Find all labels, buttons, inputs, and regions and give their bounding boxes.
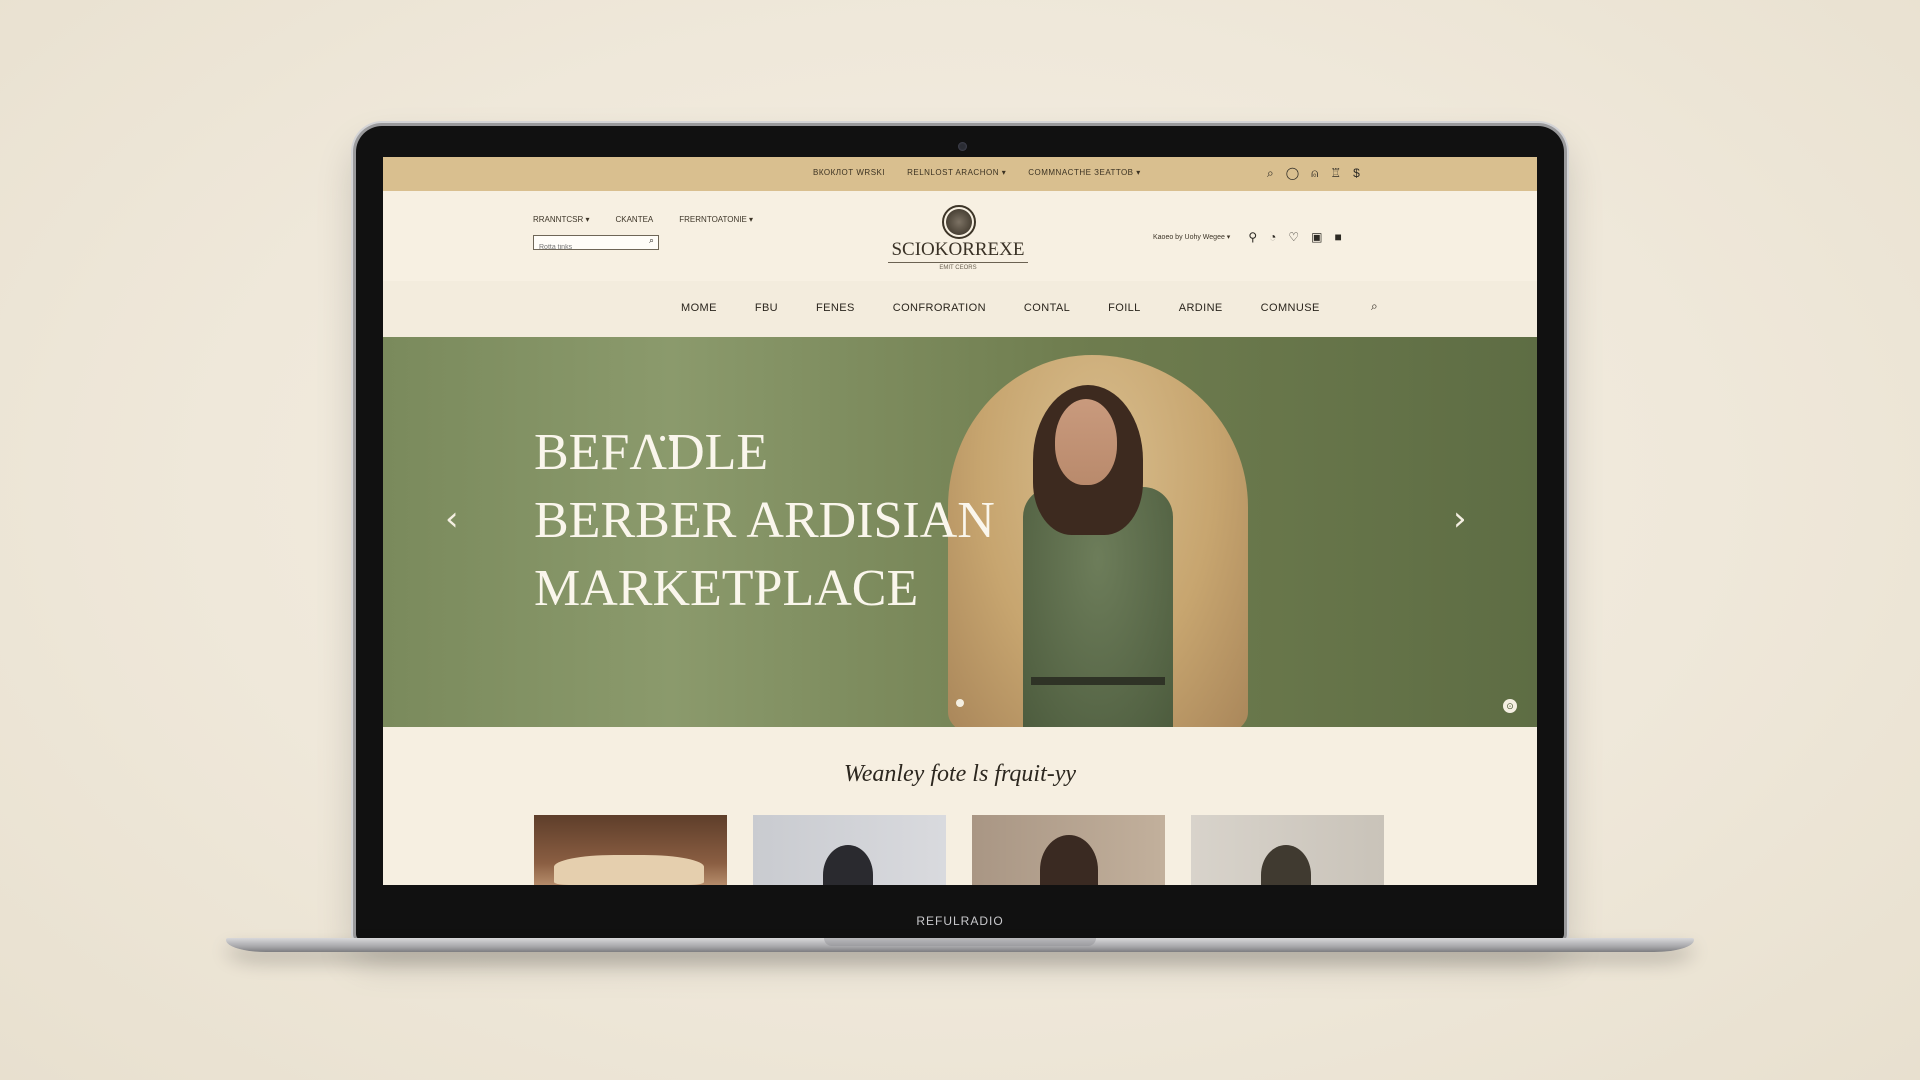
tile-image-food	[554, 855, 704, 885]
carousel-dot[interactable]	[956, 699, 964, 707]
product-tile-3[interactable]	[972, 815, 1165, 885]
site-header: RRANNTCSR ▾ CKANTEA FRERNTOATONIE ▾ ⌕ SC…	[383, 191, 1537, 281]
image-icon[interactable]: ▣	[1311, 229, 1322, 245]
tile-image-person	[1040, 835, 1098, 885]
nav-item-4[interactable]: CONFRORATION	[893, 302, 986, 314]
nav-item-8[interactable]: COMNUSE	[1261, 302, 1320, 314]
search-icon[interactable]: ⌕	[1267, 165, 1274, 181]
bag-icon[interactable]: ⍝	[1311, 165, 1318, 181]
hero-title-line-2: BERBER ARDISIAN	[534, 492, 995, 549]
nav-item-5[interactable]: CONTAL	[1024, 302, 1070, 314]
search-icon[interactable]: ⌕	[1371, 299, 1378, 314]
site-logo[interactable]: SCIOKORREXE	[853, 239, 1063, 261]
webcam	[958, 142, 967, 151]
user-icon[interactable]: ♖	[1330, 165, 1341, 181]
product-tile-1[interactable]	[534, 815, 727, 885]
nav-item-6[interactable]: FOILL	[1108, 302, 1141, 314]
header-link-1[interactable]: RRANNTCSR ▾	[533, 215, 589, 224]
carousel-prev-arrow-icon[interactable]: ‹	[445, 499, 459, 539]
browser-screen: ВКОКЛОТ WRSKI RELNLOST ARACHON ▾ COMMNAC…	[383, 157, 1537, 885]
utility-link-2[interactable]: RELNLOST ARACHON ▾	[907, 168, 1006, 177]
carousel-next-arrow-icon[interactable]: ›	[1453, 499, 1467, 539]
product-tile-2[interactable]	[753, 815, 946, 885]
nav-item-2[interactable]: FBU	[755, 302, 778, 314]
main-nav: MOME FBU FENES CONFRORATION CONTAL FOILL…	[383, 281, 1537, 337]
globe-icon[interactable]: ◔	[1269, 229, 1276, 245]
search-field[interactable]: ⌕	[533, 235, 659, 254]
hero-title: BEFΛ̈DLE BERBER ARDISIAN MARKETPLACE	[534, 419, 995, 623]
location-icon[interactable]: ◯	[1286, 165, 1299, 181]
hero-banner: BEFΛ̈DLE BERBER ARDISIAN MARKETPLACE ‹ ›…	[383, 337, 1537, 727]
tile-image-person	[823, 845, 873, 885]
laptop-notch	[824, 938, 1096, 946]
utility-link-1[interactable]: ВКОКЛОТ WRSKI	[813, 168, 885, 177]
featured-section-title: Weanley fote ls frquit-yy	[843, 761, 1077, 787]
heart-icon[interactable]: ♡	[1288, 229, 1299, 245]
logo-emblem[interactable]	[942, 205, 976, 239]
hero-title-line-1: BEFΛ̈DLE	[534, 424, 769, 481]
utility-bar: ВКОКЛОТ WRSKI RELNLOST ARACHON ▾ COMMNAC…	[383, 157, 1537, 191]
currency-icon[interactable]: $	[1353, 165, 1360, 181]
header-link-2[interactable]: CKANTEA	[615, 215, 653, 224]
tile-image-person	[1261, 845, 1311, 885]
logo-tagline: EMIT CEORS	[888, 262, 1028, 271]
cart-icon[interactable]: ■	[1334, 229, 1341, 245]
laptop-brand-label: REFULRADIO	[916, 914, 1004, 928]
nav-item-home[interactable]: MOME	[681, 302, 717, 314]
hero-image-belt	[1031, 677, 1165, 685]
nav-item-3[interactable]: FENES	[816, 302, 855, 314]
search-icon[interactable]: ⌕	[649, 235, 654, 246]
featured-tiles	[534, 815, 1384, 885]
hero-image-face	[1055, 399, 1117, 485]
pin-icon[interactable]: ⚲	[1248, 229, 1257, 245]
product-tile-4[interactable]	[1191, 815, 1384, 885]
nav-item-7[interactable]: ARDINE	[1179, 302, 1223, 314]
header-link-3[interactable]: FRERNTOATONIE ▾	[679, 215, 753, 224]
search-input[interactable]	[534, 241, 639, 254]
hero-badge-icon[interactable]: ⊙	[1503, 699, 1517, 713]
locale-selector[interactable]: Kaoeo by Uohy Wegee ▾	[1153, 233, 1230, 241]
hero-title-line-3: MARKETPLACE	[534, 560, 919, 617]
utility-link-3[interactable]: COMMNACTHE ЗЕАТТОВ ▾	[1028, 168, 1141, 177]
